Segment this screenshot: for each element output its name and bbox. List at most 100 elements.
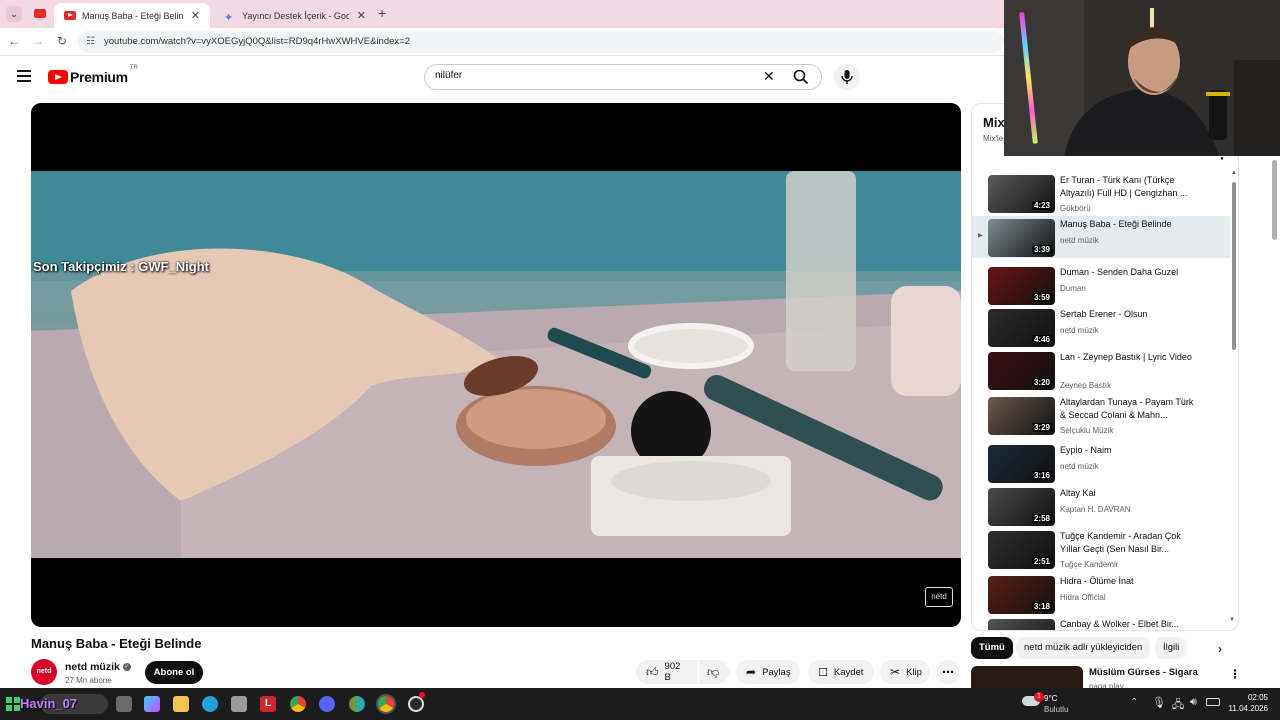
discord-icon[interactable] (319, 696, 335, 712)
forward-icon[interactable]: → (30, 34, 46, 48)
playlist-scrollbar[interactable] (1232, 182, 1236, 350)
copilot-icon[interactable] (144, 696, 160, 712)
chip-related[interactable]: İlgili (1155, 637, 1188, 659)
playlist-item[interactable]: 3:20 Lan - Zeynep Bastık | Lyric Video Zey… (972, 349, 1230, 393)
clock-date: 11.04.2026 (1228, 704, 1268, 713)
related-title: Müslüm Gürses - Sigara (1089, 667, 1198, 678)
site-info-icon[interactable]: ☷ (86, 31, 95, 53)
playlist-item[interactable]: 3:59 Duman - Senden Daha Guzel Duman (972, 264, 1230, 308)
playlist-item-title: Manuş Baba - Eteği Belinde (1060, 219, 1172, 229)
more-icon: ⋯ (942, 665, 954, 679)
playlist-thumbnail: 4:46 (988, 309, 1055, 347)
playlist-item-channel: Gökbörü (1060, 204, 1091, 213)
channel-watermark: netd (925, 587, 953, 607)
store-icon[interactable] (231, 696, 247, 712)
more-actions-button[interactable]: ⋯ (936, 660, 960, 684)
share-button[interactable]: ➦ Paylaş (736, 660, 800, 684)
clip-button[interactable]: ✂ Klip (880, 660, 930, 684)
clear-search-icon[interactable]: ✕ (763, 68, 775, 85)
tab-youtube[interactable]: Manuş Baba - Eteği Belinde - Yo ✕ (54, 3, 210, 28)
edge-icon[interactable] (202, 696, 218, 712)
notification-dot (419, 692, 425, 698)
task-view-icon[interactable] (116, 696, 132, 712)
duration-badge: 3:18 (1031, 602, 1052, 611)
playlist-item[interactable]: 2:58 Altay Kai Kaptan H. DAVRAN (972, 485, 1230, 529)
playlist-item[interactable]: ▶ 3:39 Manuş Baba - Eteği Belinde netd müzi… (972, 216, 1230, 258)
like-button[interactable]: 👍︎ 902 B (636, 660, 698, 684)
search-input[interactable] (435, 70, 755, 81)
chevron-up-icon[interactable]: ⌃ (1130, 697, 1138, 708)
playlist-item[interactable]: 3:16 Eypio - Naim netd müzik (972, 442, 1230, 486)
file-explorer-icon[interactable] (173, 696, 189, 712)
playlist-item[interactable]: 4:23 Er Turan - Türk Kanı (Türkçe Altyazı… (972, 172, 1230, 216)
battery-icon[interactable] (1206, 698, 1220, 706)
search-icon[interactable] (793, 69, 809, 85)
related-menu-icon[interactable]: ⋮ (1229, 667, 1241, 681)
youtube-premium-logo[interactable]: Premium TR (48, 65, 138, 85)
stream-username-overlay: Havin_07 (20, 696, 78, 711)
app-l-icon[interactable]: L (260, 696, 276, 712)
scrollbar-down-icon[interactable]: ▼ (1229, 617, 1235, 623)
related-video[interactable]: Müslüm Gürses - Sigara naga play ⋮ (971, 665, 1241, 691)
playlist-item[interactable]: 3:29 Altaylardan Tunaya - Payam Türk & Se… (972, 394, 1230, 438)
chrome-active-icon[interactable] (378, 696, 394, 712)
volume-icon[interactable]: 🔊︎ (1190, 696, 1197, 709)
youtube-pinned-tab-icon[interactable] (34, 9, 46, 18)
tab-gemini[interactable]: ✦ Yayıncı Destek İçerik - Google C ✕ (214, 3, 376, 28)
playlist-item-title: Hidra - Ölüme İnat (1060, 576, 1134, 586)
channel-name[interactable]: netd müzik ✓ (65, 661, 131, 673)
playlist-title: Mix (983, 115, 1005, 130)
playlist-item[interactable]: 2:51 Tuğçe Kandemir - Aradan Çok Yıllar G… (972, 528, 1230, 572)
close-tab-icon[interactable]: ✕ (349, 9, 366, 22)
page-scrollbar[interactable] (1272, 160, 1277, 240)
playlist-thumbnail: 2:51 (988, 531, 1055, 569)
tab-label: Yayıncı Destek İçerik - Google C (242, 10, 349, 21)
voice-search-icon[interactable] (834, 64, 860, 90)
microphone-icon[interactable]: 🎙︎ (1152, 696, 1166, 709)
new-tab-icon[interactable]: + (378, 5, 386, 21)
playlist-subtitle: Mix'le (983, 134, 1004, 143)
video-player[interactable]: Son Takipçimiz : GWF_Night netd (31, 103, 961, 627)
gemini-icon: ✦ (224, 12, 234, 24)
menu-icon[interactable] (17, 70, 31, 82)
url-text: youtube.com/watch?v=vyXOEGyjQ0Q&list=RD9… (104, 36, 410, 47)
playlist-thumbnail: 3:20 (988, 352, 1055, 390)
reload-icon[interactable]: ↻ (54, 34, 70, 48)
playlist-thumbnail: 3:16 (988, 445, 1055, 483)
back-icon[interactable]: ← (6, 34, 22, 48)
duration-badge: 3:29 (1031, 423, 1052, 432)
channel-avatar[interactable]: netd (31, 659, 57, 685)
playlist-item[interactable]: 3:18 Hidra - Ölüme İnat Hidra Official (972, 573, 1230, 617)
chip-uploader[interactable]: netd müzik adlı yükleyiciden (1016, 637, 1151, 659)
playlist-thumbnail: 4:23 (988, 175, 1055, 213)
playlist-item-title: Tuğçe Kandemir - Aradan Çok Yıllar Geçti… (1060, 531, 1181, 554)
playlist-item[interactable]: 4:46 Sertab Erener - Olsun netd müzik (972, 306, 1230, 350)
url-field[interactable]: ☷ youtube.com/watch?v=vyXOEGyjQ0Q&list=R… (78, 31, 1004, 53)
playlist-item-title: Canbay & Wolker - Elbet Bir... (1060, 619, 1179, 629)
duration-badge: 2:58 (1031, 514, 1052, 523)
start-icon[interactable] (6, 697, 20, 711)
scrollbar-up-icon[interactable]: ▲ (1231, 170, 1237, 176)
playlist-item[interactable]: Canbay & Wolker - Elbet Bir... (972, 616, 1230, 630)
tab-list-chevron-icon[interactable]: ⌄ (6, 6, 22, 22)
chrome-icon[interactable] (290, 696, 306, 712)
chrome-dev-icon[interactable] (349, 696, 365, 712)
video-scene (31, 171, 961, 558)
duration-badge: 3:59 (1031, 293, 1052, 302)
close-tab-icon[interactable]: ✕ (183, 9, 200, 22)
clock[interactable]: 02:05 11.04.2026 (1228, 693, 1268, 713)
subscribe-button[interactable]: Abone ol (145, 661, 203, 684)
save-button[interactable]: ☐ Kaydet (808, 660, 874, 684)
related-thumbnail (971, 666, 1083, 688)
video-title: Manuş Baba - Eteği Belinde (31, 636, 202, 651)
chips-next-icon[interactable]: › (1218, 642, 1222, 656)
youtube-logo-icon (48, 70, 68, 84)
dislike-button[interactable]: 👎︎ (699, 660, 729, 684)
network-icon[interactable]: 🖧︎ (1172, 696, 1184, 715)
search-box: ✕ (424, 64, 822, 90)
obs-icon[interactable] (408, 696, 424, 712)
chip-all[interactable]: Tümü (971, 637, 1013, 659)
weather-widget[interactable]: 1 9°C Bulutlu (1022, 692, 1082, 716)
like-icon: 👍︎ (646, 664, 659, 679)
scissors-icon: ✂ (890, 665, 901, 679)
